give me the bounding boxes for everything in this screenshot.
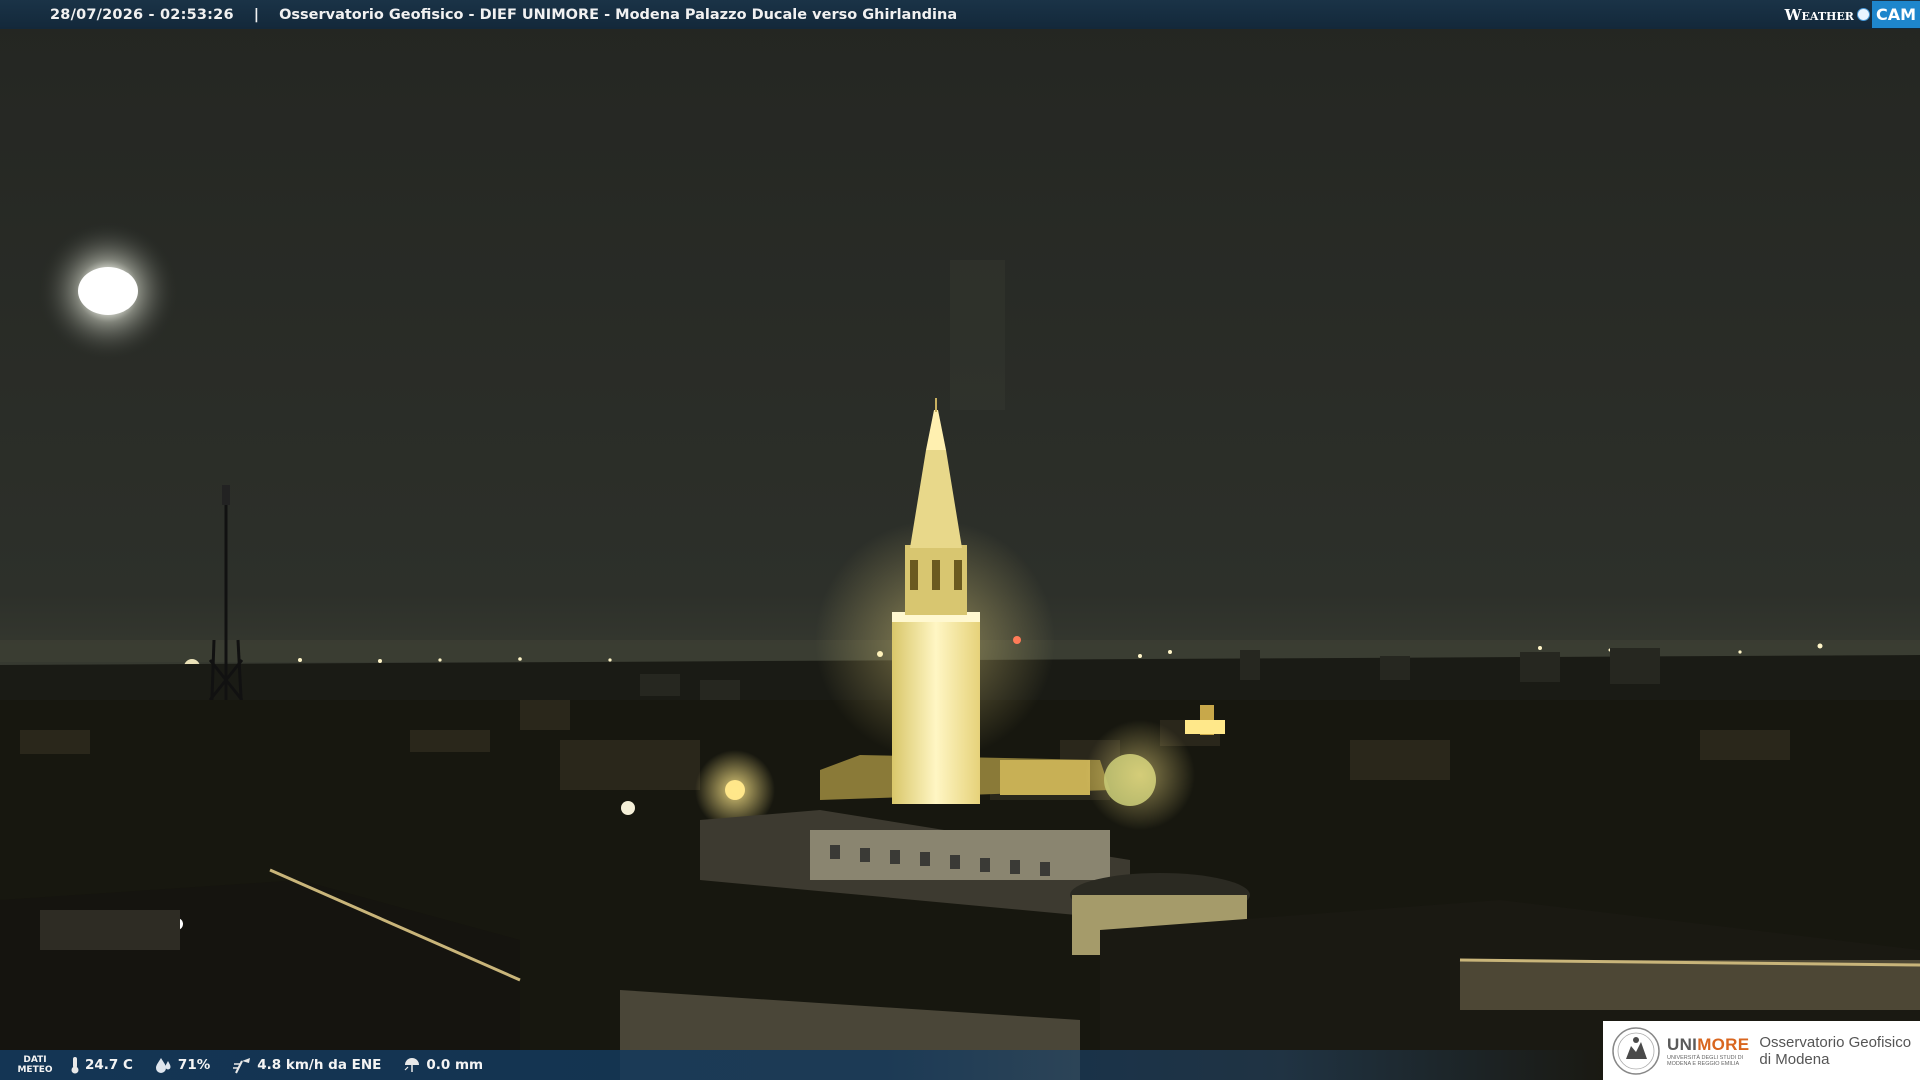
weathercam-dot-icon bbox=[1856, 8, 1870, 21]
temperature-value: 24.7 C bbox=[85, 1057, 133, 1073]
unimore-brand-orange: MORE bbox=[1697, 1034, 1750, 1054]
webcam-night-scene bbox=[0, 0, 1920, 1080]
weathercam-logo-weather: Weather bbox=[1784, 5, 1854, 24]
weather-data-label-line2: METEO bbox=[17, 1065, 53, 1075]
institution-logo-box: UNIMORE UNIVERSITÀ DEGLI STUDI DI MODENA… bbox=[1603, 1021, 1920, 1080]
unimore-brand-gray: UNI bbox=[1667, 1034, 1698, 1054]
humidity-drop-icon bbox=[155, 1058, 171, 1073]
humidity-value: 71% bbox=[177, 1057, 211, 1073]
weathercam-logo: Weather CAM bbox=[1785, 0, 1920, 29]
weathercam-logo-cam: CAM bbox=[1871, 1, 1920, 28]
rain-value: 0.0 mm bbox=[426, 1057, 484, 1073]
thermometer-icon bbox=[71, 1057, 79, 1074]
rain-reading: 0.0 mm bbox=[403, 1056, 483, 1074]
humidity-reading: 71% bbox=[155, 1057, 210, 1073]
observatory-name: Osservatorio Geofisico di Modena bbox=[1759, 1034, 1911, 1068]
wind-reading: 4.8 km/h da ENE bbox=[232, 1056, 381, 1074]
weather-data-bar: DATI METEO 24.7 C 71% 4.8 km/h da ENE 0.… bbox=[0, 1050, 1604, 1080]
unimore-wordmark: UNIMORE UNIVERSITÀ DEGLI STUDI DI MODENA… bbox=[1667, 1035, 1749, 1067]
university-seal-icon bbox=[1612, 1026, 1660, 1075]
camera-title: Osservatorio Geofisico - DIEF UNIMORE - … bbox=[279, 6, 958, 23]
wind-icon bbox=[233, 1058, 251, 1074]
weather-data-label: DATI METEO bbox=[0, 1055, 70, 1075]
observatory-name-line1: Osservatorio Geofisico bbox=[1759, 1033, 1912, 1051]
wind-value: 4.8 km/h da ENE bbox=[257, 1057, 382, 1073]
temperature-reading: 24.7 C bbox=[70, 1056, 133, 1074]
observatory-name-line2: di Modena bbox=[1759, 1050, 1830, 1068]
timestamp: 28/07/2026 - 02:53:26 bbox=[50, 6, 234, 23]
rain-umbrella-icon bbox=[404, 1058, 420, 1072]
separator: | bbox=[253, 6, 260, 23]
weather-data-label-line1: DATI bbox=[23, 1055, 47, 1065]
top-info-bar: 28/07/2026 - 02:53:26 | Osservatorio Geo… bbox=[0, 0, 1920, 29]
unimore-subtitle-line2: MODENA E REGGIO EMILIA bbox=[1667, 1060, 1740, 1067]
